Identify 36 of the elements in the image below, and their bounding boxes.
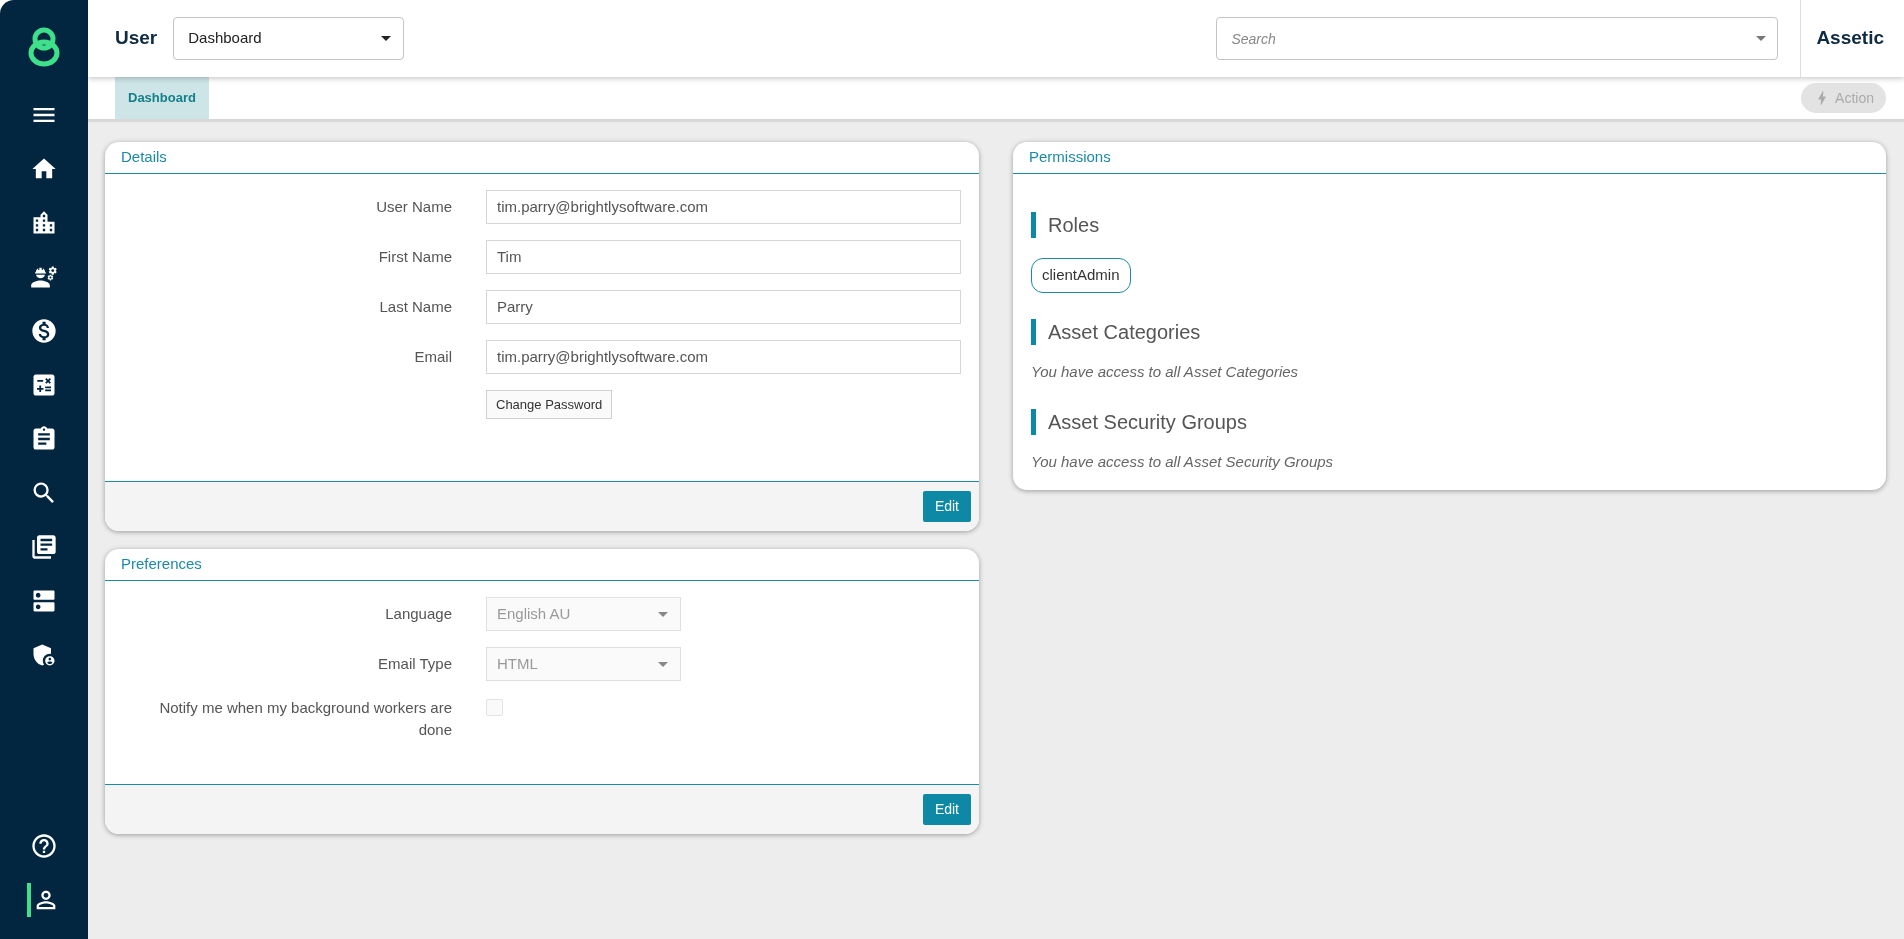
text-field[interactable]: tim.parry@brightlysoftware.com [486,190,961,224]
brand-name: Assetic [1816,26,1884,51]
section-heading: Asset Security Groups [1048,410,1247,435]
text-field[interactable]: Tim [486,240,961,274]
field-label: Last Name [379,296,452,317]
heading-accent-bar [1031,212,1036,238]
card-title: Permissions [1029,147,1111,168]
caret-icon [658,611,668,617]
field-label: User Name [376,196,452,217]
change-password-button[interactable]: Change Password [486,390,613,419]
logo-icon [26,26,62,68]
field-label: Notify me when my background workers are done [158,698,452,740]
field-label: Email [414,346,452,367]
access-note: You have access to all Asset Categories [1031,361,1300,382]
section-heading: Asset Categories [1048,319,1201,345]
card-title: Details [121,147,167,168]
field-label: First Name [378,246,452,267]
caret-icon [381,36,392,41]
caret-icon [1756,36,1767,41]
text-field[interactable]: Parry [486,290,961,324]
edit-button[interactable]: Edit [922,491,971,522]
heading-accent-bar [1031,318,1036,345]
heading-accent-bar [1031,409,1036,435]
field-label: Email Type [378,654,452,674]
access-note: You have access to all Asset Security Groups [1031,452,1335,472]
field-label: Language [385,604,452,624]
search-field[interactable]: Search [1216,17,1779,60]
caret-icon [658,661,668,667]
page-title: User [115,26,158,51]
view-select[interactable]: Dashboard [173,17,405,60]
tab[interactable]: Dashboard [115,77,209,119]
edit-button[interactable]: Edit [922,794,971,825]
role-tag: clientAdmin [1031,258,1131,293]
text-field[interactable]: tim.parry@brightlysoftware.com [486,340,961,374]
card-title: Preferences [121,554,202,575]
section-heading: Roles [1048,213,1100,238]
